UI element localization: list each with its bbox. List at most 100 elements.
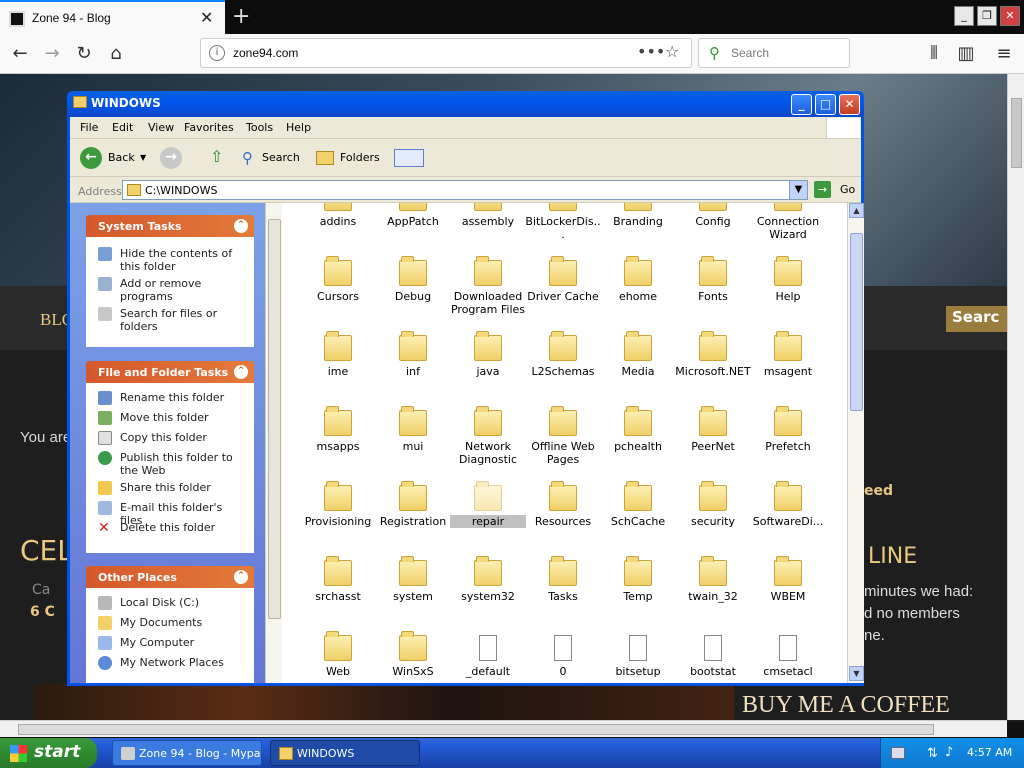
explorer-title-bar[interactable]: WINDOWS _ □ ✕: [67, 91, 864, 117]
back-icon[interactable]: ←: [80, 147, 102, 169]
scroll-thumb[interactable]: [1011, 98, 1022, 168]
file-item[interactable]: ime: [300, 323, 376, 395]
file-item[interactable]: Fonts: [675, 248, 751, 320]
file-item[interactable]: bitsetup: [600, 623, 676, 683]
file-item[interactable]: repair: [450, 473, 526, 545]
scroll-thumb[interactable]: [268, 219, 281, 619]
scroll-down-icon[interactable]: ▼: [849, 666, 864, 681]
collapse-icon[interactable]: ⌃: [234, 570, 248, 584]
file-item[interactable]: Temp: [600, 548, 676, 620]
volume-icon[interactable]: ♪: [945, 745, 953, 760]
new-tab-button[interactable]: +: [232, 4, 250, 29]
reload-icon[interactable]: ↻: [72, 42, 96, 66]
back-button[interactable]: Back: [108, 145, 135, 171]
file-item[interactable]: L2Schemas: [525, 323, 601, 395]
file-item[interactable]: inf: [375, 323, 451, 395]
taskbar-item-browser[interactable]: Zone 94 - Blog - Mypal: [112, 740, 262, 766]
file-item[interactable]: system32: [450, 548, 526, 620]
collapse-icon[interactable]: ⌃: [234, 219, 248, 233]
back-dropdown-icon[interactable]: ▼: [140, 153, 146, 162]
file-item[interactable]: system: [375, 548, 451, 620]
file-item[interactable]: mui: [375, 398, 451, 470]
file-item[interactable]: Web: [300, 623, 376, 683]
library-icon[interactable]: ⫴: [922, 42, 946, 66]
forward-arrow-icon[interactable]: →: [40, 42, 64, 66]
search-button[interactable]: Search: [262, 145, 300, 171]
folders-button[interactable]: Folders: [340, 145, 380, 171]
file-item[interactable]: msagent: [750, 323, 826, 395]
restore-button[interactable]: ❐: [977, 6, 997, 26]
file-item[interactable]: SoftwareDi...: [750, 473, 826, 545]
file-item[interactable]: Network Diagnostic: [450, 398, 526, 470]
start-button[interactable]: start: [0, 738, 97, 768]
explorer-close-button[interactable]: ✕: [839, 94, 860, 115]
close-tab-icon[interactable]: ✕: [200, 8, 213, 27]
file-item[interactable]: Downloaded Program Files: [450, 248, 526, 320]
file-tasks-header[interactable]: File and Folder Tasks ⌃: [86, 361, 254, 383]
file-item[interactable]: Tasks: [525, 548, 601, 620]
minimize-button[interactable]: _: [954, 6, 974, 26]
explorer-minimize-button[interactable]: _: [791, 94, 812, 115]
close-window-button[interactable]: ✕: [1000, 6, 1020, 26]
network-icon[interactable]: ⇅: [927, 746, 938, 761]
file-item[interactable]: Branding: [600, 203, 676, 245]
menu-help[interactable]: Help: [286, 121, 311, 134]
file-item[interactable]: Config: [675, 203, 751, 245]
scroll-up-icon[interactable]: ▲: [849, 203, 864, 218]
file-item[interactable]: _default: [450, 623, 526, 683]
file-item[interactable]: Offline Web Pages: [525, 398, 601, 470]
file-item[interactable]: Help: [750, 248, 826, 320]
keyboard-icon[interactable]: [891, 747, 905, 759]
file-item[interactable]: Debug: [375, 248, 451, 320]
menu-edit[interactable]: Edit: [112, 121, 133, 134]
file-item[interactable]: Media: [600, 323, 676, 395]
file-item[interactable]: WBEM: [750, 548, 826, 620]
file-item[interactable]: msapps: [300, 398, 376, 470]
back-arrow-icon[interactable]: ←: [8, 42, 32, 66]
file-item[interactable]: Registration: [375, 473, 451, 545]
file-item[interactable]: 0: [525, 623, 601, 683]
url-bar[interactable]: i zone94.com ••• ☆: [200, 38, 692, 68]
file-item[interactable]: PeerNet: [675, 398, 751, 470]
go-button[interactable]: → Go: [814, 181, 855, 201]
file-item[interactable]: Connection Wizard: [750, 203, 826, 245]
file-item[interactable]: WinSxS: [375, 623, 451, 683]
browser-search-input[interactable]: ⚲ Search: [698, 38, 850, 68]
collapse-icon[interactable]: ⌃: [234, 365, 248, 379]
file-item[interactable]: Driver Cache: [525, 248, 601, 320]
forward-icon[interactable]: →: [160, 147, 182, 169]
file-item[interactable]: java: [450, 323, 526, 395]
menu-icon[interactable]: ≡: [992, 42, 1016, 66]
file-list-scrollbar[interactable]: ▲ ▼: [847, 203, 864, 683]
home-icon[interactable]: ⌂: [104, 42, 128, 66]
menu-favorites[interactable]: Favorites: [184, 121, 234, 134]
file-item[interactable]: assembly: [450, 203, 526, 245]
address-field[interactable]: C:\WINDOWS ▼: [122, 180, 808, 200]
file-item[interactable]: pchealth: [600, 398, 676, 470]
browser-tab[interactable]: Zone 94 - Blog ✕: [0, 0, 225, 34]
file-item[interactable]: twain_32: [675, 548, 751, 620]
browser-vertical-scrollbar[interactable]: [1007, 74, 1024, 720]
page-actions-icon[interactable]: •••: [637, 42, 665, 61]
info-icon[interactable]: i: [209, 45, 225, 61]
site-feed-link[interactable]: eed: [864, 483, 893, 499]
file-item[interactable]: addins: [300, 203, 376, 245]
file-item[interactable]: Cursors: [300, 248, 376, 320]
other-places-header[interactable]: Other Places ⌃: [86, 566, 254, 588]
file-item[interactable]: AppPatch: [375, 203, 451, 245]
taskbar-item-explorer[interactable]: WINDOWS: [270, 740, 420, 766]
explorer-maximize-button[interactable]: □: [815, 94, 836, 115]
sidebar-icon[interactable]: ▥: [954, 42, 978, 66]
browser-horizontal-scrollbar[interactable]: [0, 720, 1007, 737]
views-icon[interactable]: [394, 149, 424, 167]
chevron-down-icon[interactable]: ▼: [789, 181, 807, 199]
file-item[interactable]: Provisioning: [300, 473, 376, 545]
file-item[interactable]: Microsoft.NET: [675, 323, 751, 395]
menu-view[interactable]: View: [148, 121, 174, 134]
menu-tools[interactable]: Tools: [246, 121, 273, 134]
file-item[interactable]: security: [675, 473, 751, 545]
file-item[interactable]: Resources: [525, 473, 601, 545]
file-item[interactable]: ehome: [600, 248, 676, 320]
file-item[interactable]: bootstat: [675, 623, 751, 683]
file-item[interactable]: BitLockerDis...: [525, 203, 601, 245]
